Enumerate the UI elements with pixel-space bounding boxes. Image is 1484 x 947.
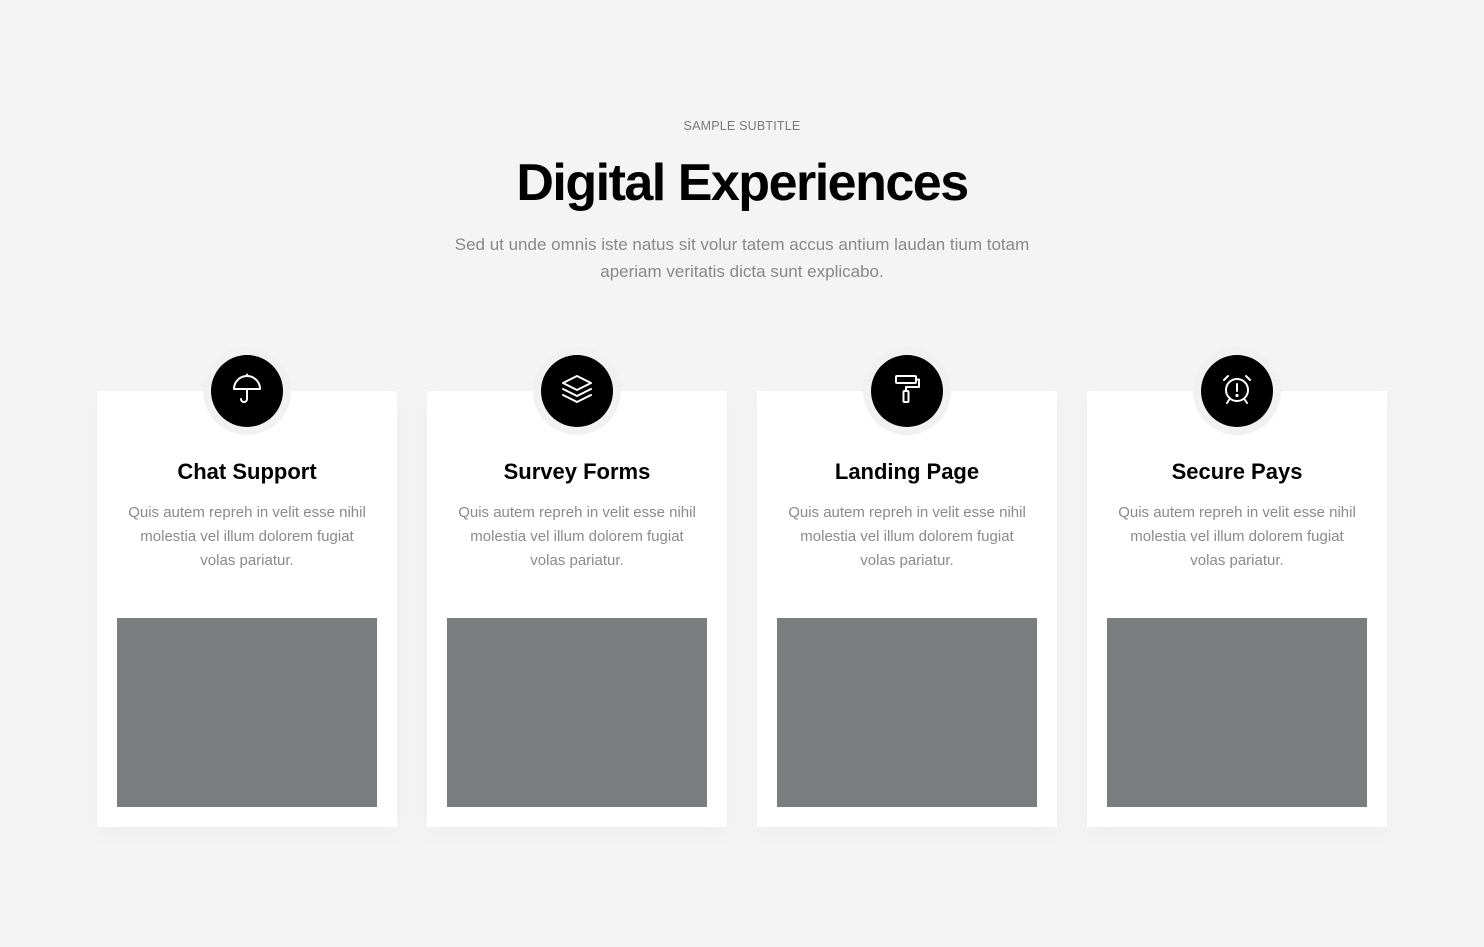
card-description: Quis autem repreh in velit esse nihil mo…	[128, 504, 366, 569]
card-image-placeholder	[447, 618, 707, 807]
card-description: Quis autem repreh in velit esse nihil mo…	[788, 504, 1026, 569]
card-icon-badge	[1193, 347, 1281, 435]
feature-card-chat-support: Chat Support Quis autem repreh in velit …	[97, 347, 397, 827]
card-icon-badge	[863, 347, 951, 435]
card-description: Quis autem repreh in velit esse nihil mo…	[1118, 504, 1356, 569]
layers-icon	[560, 372, 594, 411]
feature-card-landing-page: Landing Page Quis autem repreh in velit …	[757, 347, 1057, 827]
alarm-clock-icon	[1220, 372, 1254, 411]
card-title: Secure Pays	[1171, 459, 1303, 484]
card-image-placeholder	[777, 618, 1037, 807]
card-image-placeholder	[117, 618, 377, 807]
card-icon-badge	[533, 347, 621, 435]
feature-card-secure-pays: Secure Pays Quis autem repreh in velit e…	[1087, 347, 1387, 827]
umbrella-icon	[230, 372, 264, 411]
card-image-placeholder	[1107, 618, 1367, 807]
card-title: Chat Support	[177, 459, 317, 484]
feature-card-survey-forms: Survey Forms Quis autem repreh in velit …	[427, 347, 727, 827]
card-title: Landing Page	[834, 459, 980, 484]
card-icon-badge	[203, 347, 291, 435]
section-intro: Sed ut unde omnis iste natus sit volur t…	[454, 235, 1030, 281]
card-title: Survey Forms	[503, 459, 651, 484]
section-subtitle: SAMPLE SUBTITLE	[683, 119, 801, 133]
card-description: Quis autem repreh in velit esse nihil mo…	[458, 504, 696, 569]
paint-roller-icon	[890, 372, 924, 411]
section-title: Digital Experiences	[516, 154, 969, 212]
